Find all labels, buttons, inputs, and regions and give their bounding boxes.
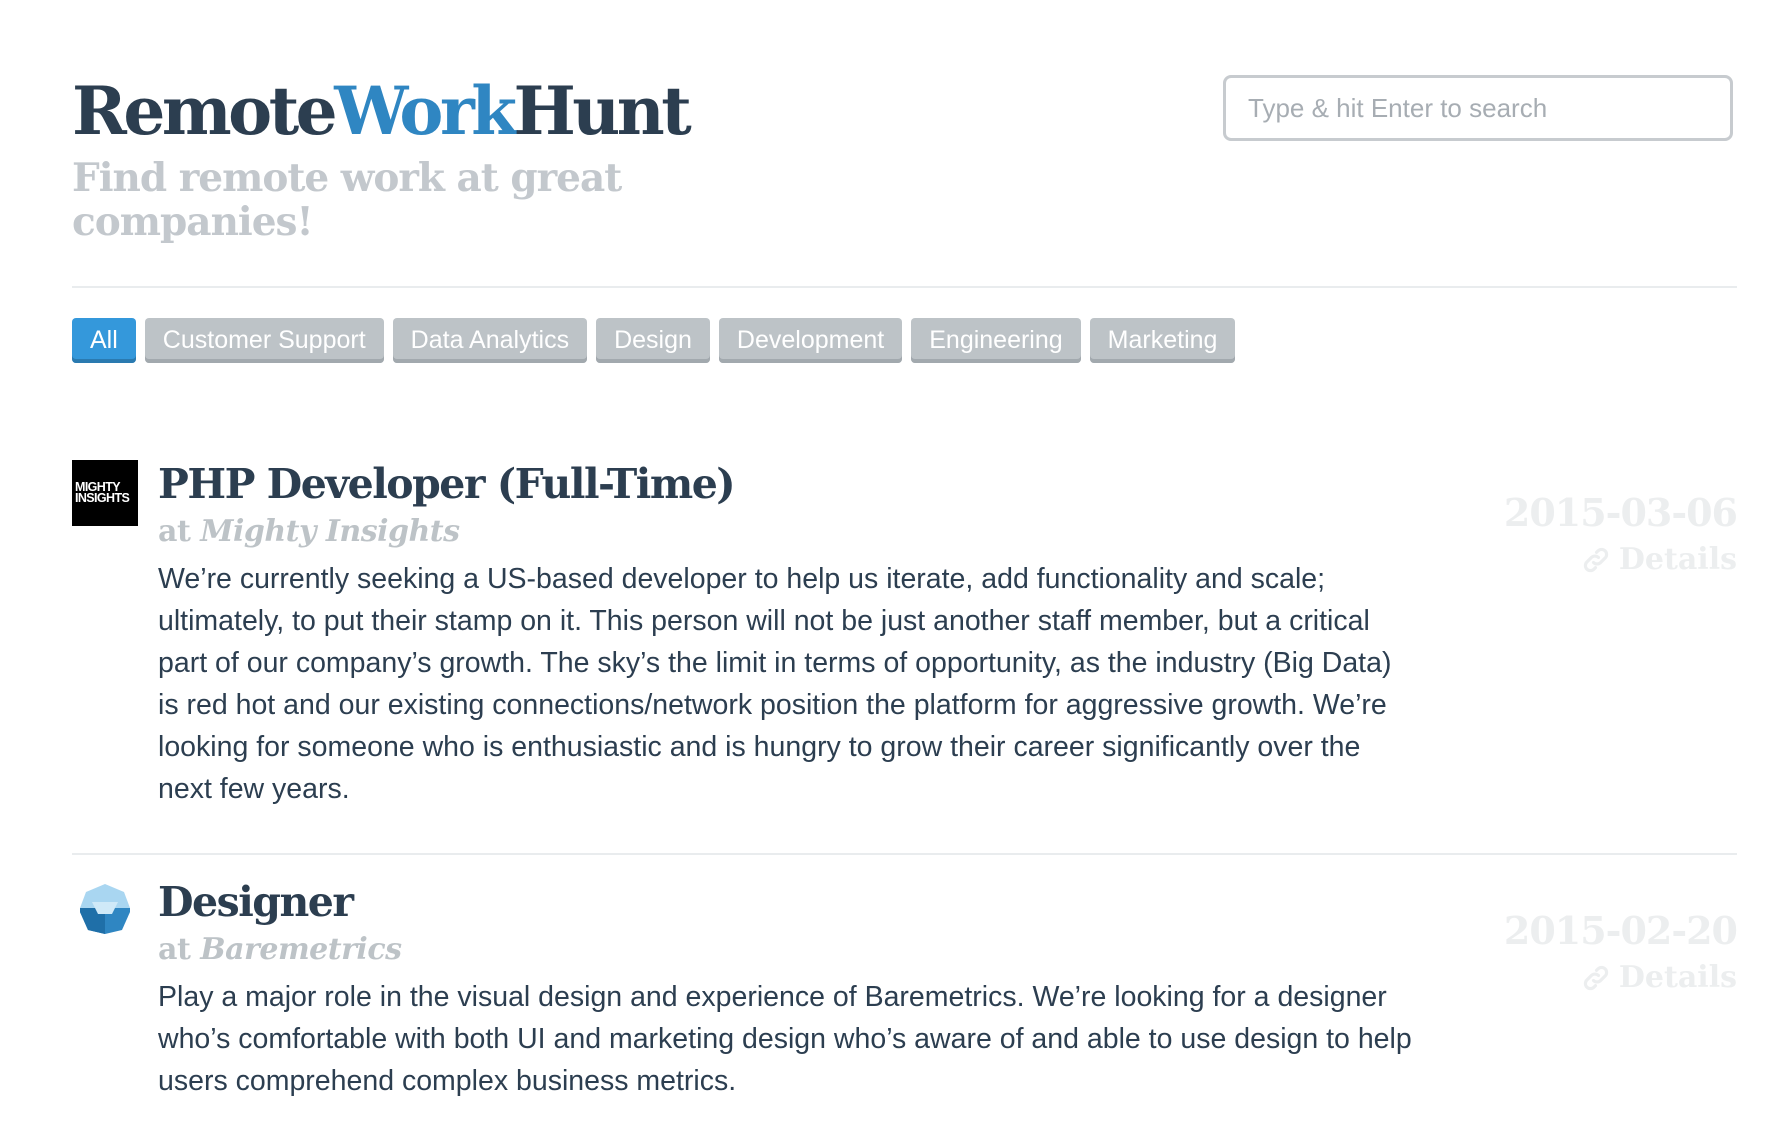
filter-customer-support[interactable]: Customer Support bbox=[144, 318, 384, 363]
job-divider bbox=[72, 853, 1737, 855]
job-title[interactable]: PHP Developer (Full-Time) bbox=[158, 460, 736, 508]
details-link[interactable]: Details bbox=[1581, 960, 1737, 995]
brand-part-hunt: Hunt bbox=[513, 72, 691, 150]
filter-data-analytics[interactable]: Data Analytics bbox=[392, 318, 588, 363]
filter-all[interactable]: All bbox=[72, 318, 136, 363]
filter-design[interactable]: Design bbox=[596, 318, 710, 363]
company-name[interactable]: Mighty Insights bbox=[200, 514, 460, 549]
link-icon bbox=[1583, 547, 1609, 572]
site-tagline: Find remote work at great companies! bbox=[72, 155, 622, 245]
job-company-line: at Mighty Insights bbox=[158, 514, 460, 550]
header-divider bbox=[72, 286, 1737, 288]
company-logo-mighty-insights[interactable]: MIGHTY INSIGHTS bbox=[72, 460, 138, 526]
filter-marketing[interactable]: Marketing bbox=[1089, 318, 1236, 363]
job-description: We’re currently seeking a US-based devel… bbox=[158, 563, 1392, 805]
details-label: Details bbox=[1618, 960, 1737, 995]
company-name[interactable]: Baremetrics bbox=[200, 932, 402, 967]
category-filters: All Customer Support Data Analytics Desi… bbox=[72, 318, 1236, 363]
job-company-line: at Baremetrics bbox=[158, 932, 402, 968]
link-icon bbox=[1583, 965, 1609, 990]
filter-engineering[interactable]: Engineering bbox=[911, 318, 1081, 363]
job-date: 2015-03-06 bbox=[1503, 490, 1738, 535]
company-logo-baremetrics[interactable] bbox=[72, 878, 138, 944]
job-description: Play a major role in the visual design a… bbox=[158, 981, 1412, 1097]
details-link[interactable]: Details bbox=[1581, 542, 1737, 577]
brand-part-work: Work bbox=[334, 72, 517, 150]
at-label: at bbox=[158, 932, 191, 967]
job-title[interactable]: Designer bbox=[158, 878, 354, 926]
search-input[interactable] bbox=[1223, 75, 1733, 141]
at-label: at bbox=[158, 514, 191, 549]
job-date: 2015-02-20 bbox=[1503, 908, 1738, 953]
job-listing: Designer at Baremetrics Play a major rol… bbox=[72, 878, 1738, 1118]
page: RemoteWorkHunt Find remote work at great… bbox=[0, 0, 1776, 1122]
brand-part-remote: Remote bbox=[72, 72, 338, 150]
logo-text-line2: INSIGHTS bbox=[75, 491, 130, 505]
filter-development[interactable]: Development bbox=[718, 318, 903, 363]
site-logo-title[interactable]: RemoteWorkHunt bbox=[72, 78, 692, 144]
job-listing: MIGHTY INSIGHTS PHP Developer (Full-Time… bbox=[72, 460, 1738, 820]
details-label: Details bbox=[1618, 542, 1737, 577]
